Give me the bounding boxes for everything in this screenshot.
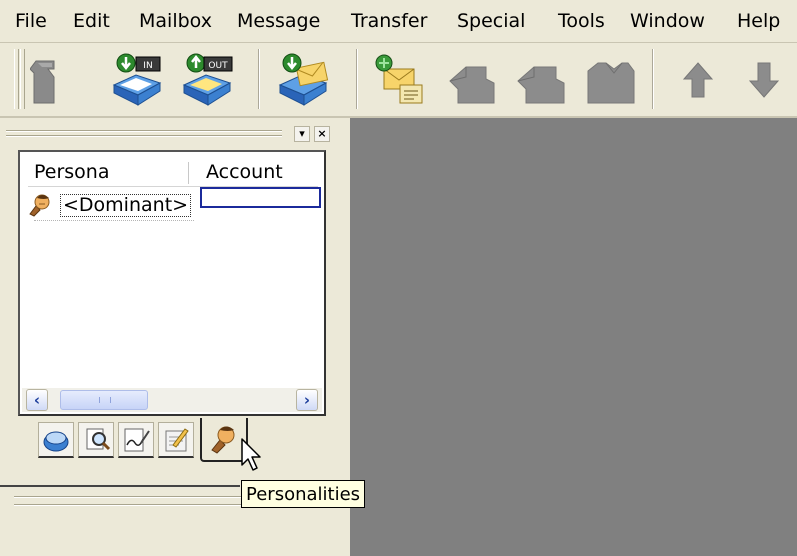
address-book-icon <box>43 431 69 452</box>
svg-text:OUT: OUT <box>208 61 228 71</box>
column-header-label: Persona <box>34 161 110 183</box>
panel-divider <box>0 485 240 487</box>
toolbar-groove <box>14 504 242 506</box>
menu-window[interactable]: Window <box>630 10 705 32</box>
toolbar-grip[interactable] <box>14 49 19 109</box>
next-message-button[interactable] <box>736 51 792 107</box>
grip-lines-icon <box>99 397 111 403</box>
titlebar-groove <box>6 135 282 137</box>
menu-transfer[interactable]: Transfer <box>351 10 427 32</box>
signatures-icon <box>124 428 150 452</box>
scroll-right-button[interactable]: › <box>296 389 318 411</box>
mailbox-button[interactable] <box>30 51 86 107</box>
scroll-left-button[interactable]: ‹ <box>26 389 48 411</box>
personality-icon <box>29 194 50 217</box>
menu-help[interactable]: Help <box>737 10 780 32</box>
mailbox-icon <box>30 60 55 104</box>
previous-message-button[interactable] <box>670 51 726 107</box>
panel-dropdown-button[interactable]: ▾ <box>294 126 310 142</box>
column-header-label: Account <box>206 161 283 183</box>
menu-file[interactable]: File <box>15 10 47 32</box>
chevron-left-icon: ‹ <box>33 391 41 409</box>
tab-stationery[interactable] <box>158 422 194 458</box>
toolbar-separator <box>652 49 653 109</box>
toolbar-separator <box>356 49 357 109</box>
out-mailbox-button[interactable]: OUT <box>178 51 234 107</box>
new-message-icon <box>375 54 423 104</box>
menu-special[interactable]: Special <box>457 10 525 32</box>
scroll-thumb[interactable] <box>60 390 148 410</box>
new-message-button[interactable] <box>370 51 426 107</box>
column-header-persona[interactable]: Persona <box>34 158 184 186</box>
column-header-account[interactable]: Account <box>206 158 316 186</box>
panel-titlebar[interactable]: ▾ × <box>6 126 340 144</box>
mdi-workspace[interactable] <box>350 118 797 556</box>
tab-search[interactable] <box>78 422 114 458</box>
check-mail-icon <box>278 53 329 106</box>
in-mailbox-button[interactable]: IN <box>108 51 164 107</box>
forward-icon <box>587 62 635 104</box>
reply-button[interactable] <box>442 51 498 107</box>
personalities-icon <box>211 426 235 454</box>
in-mailbox-icon: IN <box>112 53 162 106</box>
horizontal-scrollbar[interactable]: ‹ › <box>22 388 322 412</box>
account-field[interactable] <box>200 187 321 208</box>
toolbar-grip[interactable] <box>20 49 25 109</box>
toolbar-separator <box>258 49 259 109</box>
persona-list[interactable]: Persona Account <Dominant> ‹ › <box>18 150 326 416</box>
toolbar-groove <box>14 496 242 498</box>
toolbar: IN OUT <box>0 43 797 118</box>
titlebar-groove <box>6 130 282 132</box>
previous-message-icon <box>682 62 714 98</box>
tab-address-book[interactable] <box>38 422 74 458</box>
chevron-down-icon: ▾ <box>299 127 305 140</box>
stationery-icon <box>165 428 189 452</box>
tooltip: Personalities <box>241 480 366 508</box>
out-mailbox-icon: OUT <box>182 53 233 106</box>
mouse-pointer-icon <box>241 438 261 471</box>
next-message-icon <box>748 62 780 98</box>
menu-bar: File Edit Mailbox Message Transfer Speci… <box>0 0 797 43</box>
row-focus-outline <box>34 220 194 221</box>
reply-all-button[interactable] <box>512 51 568 107</box>
search-icon <box>86 428 111 451</box>
forward-button[interactable] <box>582 51 638 107</box>
tab-signatures[interactable] <box>118 422 154 458</box>
menu-tools[interactable]: Tools <box>558 10 605 32</box>
check-mail-button[interactable] <box>274 51 330 107</box>
column-divider[interactable] <box>188 162 189 184</box>
panel-close-button[interactable]: × <box>314 126 330 142</box>
panel-tab-strip <box>28 418 258 468</box>
persona-name: <Dominant> <box>60 194 192 217</box>
menu-message[interactable]: Message <box>237 10 320 32</box>
menu-mailbox[interactable]: Mailbox <box>139 10 212 32</box>
reply-icon <box>449 66 495 104</box>
reply-all-icon <box>517 66 565 104</box>
chevron-right-icon: › <box>303 391 311 409</box>
close-icon: × <box>317 127 327 140</box>
menu-edit[interactable]: Edit <box>73 10 110 32</box>
svg-text:IN: IN <box>143 61 152 71</box>
tooltip-text: Personalities <box>246 484 361 505</box>
